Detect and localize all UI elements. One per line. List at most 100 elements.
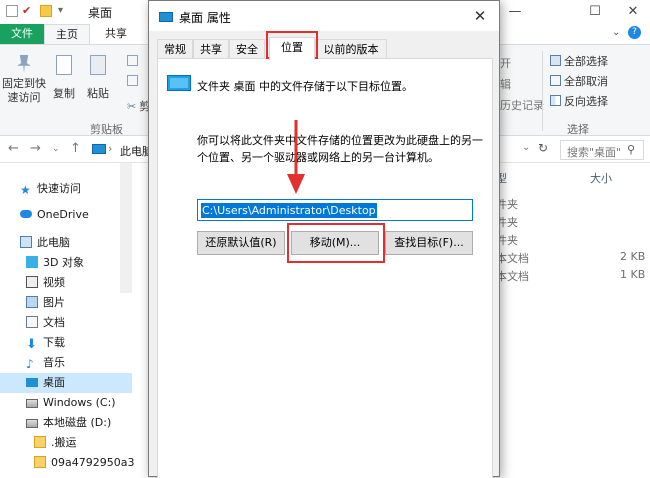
picture-icon — [26, 296, 38, 308]
nav-downloads[interactable]: ⬇ 下载 — [0, 333, 132, 353]
history-partial-label[interactable]: 历史记录 — [500, 97, 544, 113]
doc-icon — [127, 75, 138, 86]
recent-locations-icon[interactable]: ⌄ — [52, 144, 60, 154]
computer-icon — [20, 236, 32, 248]
clipboard-group-label: 剪贴板 — [90, 123, 123, 136]
navigation-pane: ★ 快速访问 OneDrive 此电脑 3D 对象 视频 图片 文档 ⬇ 下载 ♪ 音… — [0, 163, 135, 477]
select-none-icon — [550, 75, 561, 86]
find-target-button[interactable]: 查找目标(F)... — [385, 231, 473, 255]
tab-share[interactable]: 共享 — [96, 24, 136, 44]
new-folder-icon[interactable] — [40, 5, 52, 17]
location-tab-panel — [157, 58, 493, 478]
ribbon-collapse-icon[interactable]: ⌄ — [612, 27, 620, 38]
nav-onedrive[interactable]: OneDrive — [0, 205, 132, 225]
tab-file[interactable]: 文件 — [0, 24, 44, 44]
minimize-button[interactable]: — — [500, 2, 530, 22]
nav-music[interactable]: ♪ 音乐 — [0, 353, 132, 373]
nav-windows-c[interactable]: Windows (C:) — [0, 393, 132, 413]
edit-partial-label[interactable]: 辑 — [500, 76, 511, 92]
paste-label: 粘贴 — [87, 87, 109, 100]
select-none-button[interactable]: 全部取消 — [550, 73, 608, 89]
folder-icon — [34, 436, 46, 448]
maximize-button[interactable]: ☐ — [580, 2, 610, 22]
nav-videos[interactable]: 视频 — [0, 273, 132, 293]
move-button[interactable]: 移动(M)... — [291, 231, 379, 255]
select-group-label: 选择 — [567, 123, 589, 136]
address-dropdown-icon[interactable]: ⌄ — [522, 142, 530, 153]
restore-default-button[interactable]: 还原默认值(R) — [197, 231, 285, 255]
drive-icon — [26, 399, 38, 408]
cube-icon — [26, 256, 38, 268]
open-partial-label[interactable]: 开 — [500, 55, 511, 71]
scissors-icon: ✂ — [127, 100, 137, 113]
nav-folder-banyun[interactable]: .搬运 — [0, 433, 132, 453]
folder-location-icon — [167, 75, 191, 91]
tab-sharing[interactable]: 共享 — [193, 39, 229, 59]
nav-folder-hash[interactable]: 09a4792950a3 — [0, 453, 135, 473]
nav-this-pc-label: 此电脑 — [37, 236, 70, 249]
desktop-location-icon — [92, 144, 106, 154]
nav-pictures-label: 图片 — [43, 296, 65, 309]
nav-videos-label: 视频 — [43, 276, 65, 289]
help-icon[interactable]: ? — [628, 26, 641, 39]
nav-folder-hash-label: 09a4792950a3 — [51, 456, 135, 469]
location-info-text: 文件夹 桌面 中的文件存储于以下目标位置。 — [197, 80, 413, 93]
customize-toolbar-icon[interactable]: ▾ — [58, 5, 70, 17]
tab-location[interactable]: 位置 — [269, 37, 315, 60]
download-arrow-icon: ⬇ — [26, 337, 37, 352]
nav-desktop[interactable]: 桌面 — [0, 373, 132, 393]
properties-check-icon[interactable]: ✔ — [22, 5, 34, 17]
copy-label: 复制 — [53, 87, 75, 100]
nav-quick-access-label: 快速访问 — [37, 182, 81, 195]
arrow-head — [287, 174, 305, 194]
explorer-title: 桌面 — [88, 6, 113, 20]
tab-general[interactable]: 常规 — [157, 39, 193, 59]
nav-documents[interactable]: 文档 — [0, 313, 132, 333]
up-arrow-icon[interactable]: ↑ — [70, 141, 81, 156]
cloud-icon — [20, 210, 32, 218]
dialog-close-button[interactable]: ✕ — [467, 5, 493, 27]
file-type-cell: 本文档 — [496, 252, 529, 265]
forward-arrow-icon[interactable]: → — [30, 141, 41, 156]
invert-selection-button[interactable]: 反向选择 — [550, 93, 608, 109]
search-icon: ⚲ — [627, 143, 636, 156]
drive-icon — [26, 419, 38, 428]
location-description: 你可以将此文件夹中文件存储的位置更改为此硬盘上的另一个位置、另一个驱动器或网络上… — [197, 134, 483, 164]
nav-3d-objects[interactable]: 3D 对象 — [0, 253, 132, 273]
file-size-cell: 2 KB — [620, 250, 646, 263]
ribbon-small-icon-1[interactable] — [127, 55, 141, 68]
back-arrow-icon[interactable]: ← — [8, 141, 19, 156]
pin-icon — [17, 55, 31, 73]
nav-scrollbar[interactable] — [120, 163, 132, 293]
nav-desktop-label: 桌面 — [43, 376, 65, 389]
pin-quick-access-label: 固定到快速访问 — [2, 77, 46, 104]
tab-home[interactable]: 主页 — [44, 24, 90, 44]
document-icon — [26, 316, 38, 328]
paste-button[interactable]: 粘贴 — [84, 55, 112, 101]
nav-windows-c-label: Windows (C:) — [43, 396, 116, 409]
copy-icon — [56, 55, 72, 75]
search-placeholder: 搜索"桌面" — [567, 146, 622, 159]
ribbon-divider — [542, 51, 543, 131]
tab-previous-versions[interactable]: 以前的版本 — [315, 39, 387, 59]
refresh-icon[interactable]: ↻ — [538, 141, 548, 155]
nav-pictures[interactable]: 图片 — [0, 293, 132, 313]
location-path-input[interactable]: C:\Users\Administrator\Desktop — [197, 199, 473, 221]
nav-this-pc[interactable]: 此电脑 — [0, 233, 132, 253]
pin-quick-access-button[interactable]: 固定到快速访问 — [2, 55, 46, 105]
column-size-header[interactable]: 大小 — [590, 170, 612, 186]
nav-quick-access[interactable]: ★ 快速访问 — [0, 179, 132, 199]
quick-access-icon[interactable] — [6, 5, 18, 17]
ribbon-small-icon-2[interactable] — [127, 75, 141, 88]
search-input[interactable]: 搜索"桌面" ⚲ — [560, 140, 644, 160]
dialog-title: 桌面 属性 — [179, 11, 231, 25]
file-type-cell: 本文档 — [496, 270, 529, 283]
select-all-button[interactable]: 全部选择 — [550, 53, 608, 69]
tab-security[interactable]: 安全 — [229, 39, 265, 59]
annotation-arrow-icon — [287, 120, 305, 194]
nav-local-d[interactable]: 本地磁盘 (D:) — [0, 413, 132, 433]
nav-folder-banyun-label: .搬运 — [51, 436, 77, 449]
copy-button[interactable]: 复制 — [50, 55, 78, 101]
explorer-close-button[interactable]: ✕ — [618, 2, 648, 22]
select-all-icon — [550, 55, 561, 66]
